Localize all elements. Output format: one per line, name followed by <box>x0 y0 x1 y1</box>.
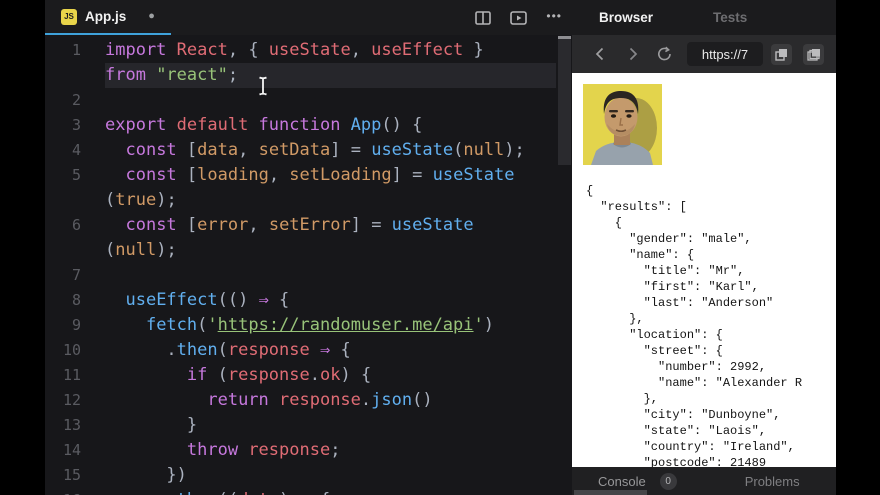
line-number: 13 <box>45 413 105 438</box>
line-number: 16 <box>45 488 105 495</box>
editor-scrollbar[interactable] <box>558 36 571 165</box>
code-row[interactable]: 2 <box>45 88 572 113</box>
line-number <box>45 188 105 213</box>
code-row[interactable]: 9 fetch('https://randomuser.me/api') <box>45 313 572 338</box>
line-number: 1 <box>45 38 105 63</box>
duplicate-window-icon[interactable] <box>771 44 792 65</box>
line-number: 7 <box>45 263 105 288</box>
console-count-badge: 0 <box>660 473 677 490</box>
refresh-icon[interactable] <box>656 46 673 62</box>
console-tab[interactable]: Console <box>598 474 646 489</box>
forward-icon[interactable] <box>626 47 640 61</box>
tab-filename: App.js <box>85 9 126 24</box>
line-number <box>45 63 105 88</box>
line-number: 10 <box>45 338 105 363</box>
code-row[interactable]: 7 <box>45 263 572 288</box>
code-row[interactable]: 3export default function App() { <box>45 113 572 138</box>
code-row[interactable]: 5 const [loading, setLoading] = useState <box>45 163 572 188</box>
line-number: 4 <box>45 138 105 163</box>
line-number: 9 <box>45 313 105 338</box>
tab-browser[interactable]: Browser <box>599 10 653 25</box>
open-preview-icon[interactable] <box>510 11 527 25</box>
console-active-strip <box>574 490 647 495</box>
code-row[interactable]: 6 const [error, setError] = useState <box>45 213 572 238</box>
code-row[interactable]: 8 useEffect(() ⇒ { <box>45 288 572 313</box>
code-row[interactable]: 10 .then(response ⇒ { <box>45 338 572 363</box>
windows-stack-icon[interactable] <box>803 44 824 65</box>
editor-panel: JS App.js ● ••• 1import React, { useStat… <box>45 0 572 495</box>
user-photo <box>583 84 662 170</box>
back-icon[interactable] <box>592 47 606 61</box>
browser-nav-bar: https://7 <box>572 35 836 73</box>
more-actions-icon[interactable]: ••• <box>546 10 562 26</box>
line-number: 5 <box>45 163 105 188</box>
problems-tab[interactable]: Problems <box>745 474 800 489</box>
code-row[interactable]: 4 const [data, setData] = useState(null)… <box>45 138 572 163</box>
app-window: JS App.js ● ••• 1import React, { useStat… <box>0 0 880 495</box>
editor-tab-bar: JS App.js ● ••• <box>45 0 572 35</box>
code-row[interactable]: (null); <box>45 238 572 263</box>
code-editor[interactable]: 1import React, { useState, useEffect }fr… <box>45 35 572 495</box>
modified-dot: ● <box>148 11 155 22</box>
tab-app-js[interactable]: JS App.js ● <box>45 0 171 35</box>
line-number: 14 <box>45 438 105 463</box>
url-bar[interactable]: https://7 <box>687 42 763 66</box>
code-row[interactable]: 1import React, { useState, useEffect } <box>45 38 572 63</box>
console-bar: Console 0 Problems <box>572 467 836 495</box>
line-number: 12 <box>45 388 105 413</box>
preview-tab-bar: Browser Tests <box>572 0 836 35</box>
js-file-icon: JS <box>61 9 77 25</box>
code-row[interactable]: from "react"; <box>45 63 572 88</box>
tab-tests[interactable]: Tests <box>713 10 747 25</box>
code-row[interactable]: 15 }) <box>45 463 572 488</box>
browser-viewport: { "results": [ { "gender": "male", "name… <box>572 73 836 467</box>
code-row[interactable]: 14 throw response; <box>45 438 572 463</box>
code-row[interactable]: 16 .then((data) ⇒ { <box>45 488 572 495</box>
code-row[interactable]: 11 if (response.ok) { <box>45 363 572 388</box>
code-row[interactable]: (true); <box>45 188 572 213</box>
line-number: 3 <box>45 113 105 138</box>
line-number: 6 <box>45 213 105 238</box>
code-row[interactable]: 12 return response.json() <box>45 388 572 413</box>
split-editor-icon[interactable] <box>475 11 491 25</box>
line-number: 8 <box>45 288 105 313</box>
line-number: 15 <box>45 463 105 488</box>
text-cursor-icon <box>257 76 269 101</box>
line-number: 11 <box>45 363 105 388</box>
json-output: { "results": [ { "gender": "male", "name… <box>586 183 802 467</box>
code-row[interactable]: 13 } <box>45 413 572 438</box>
line-number: 2 <box>45 88 105 113</box>
line-number <box>45 238 105 263</box>
browser-panel: Browser Tests https://7 <box>572 0 836 495</box>
